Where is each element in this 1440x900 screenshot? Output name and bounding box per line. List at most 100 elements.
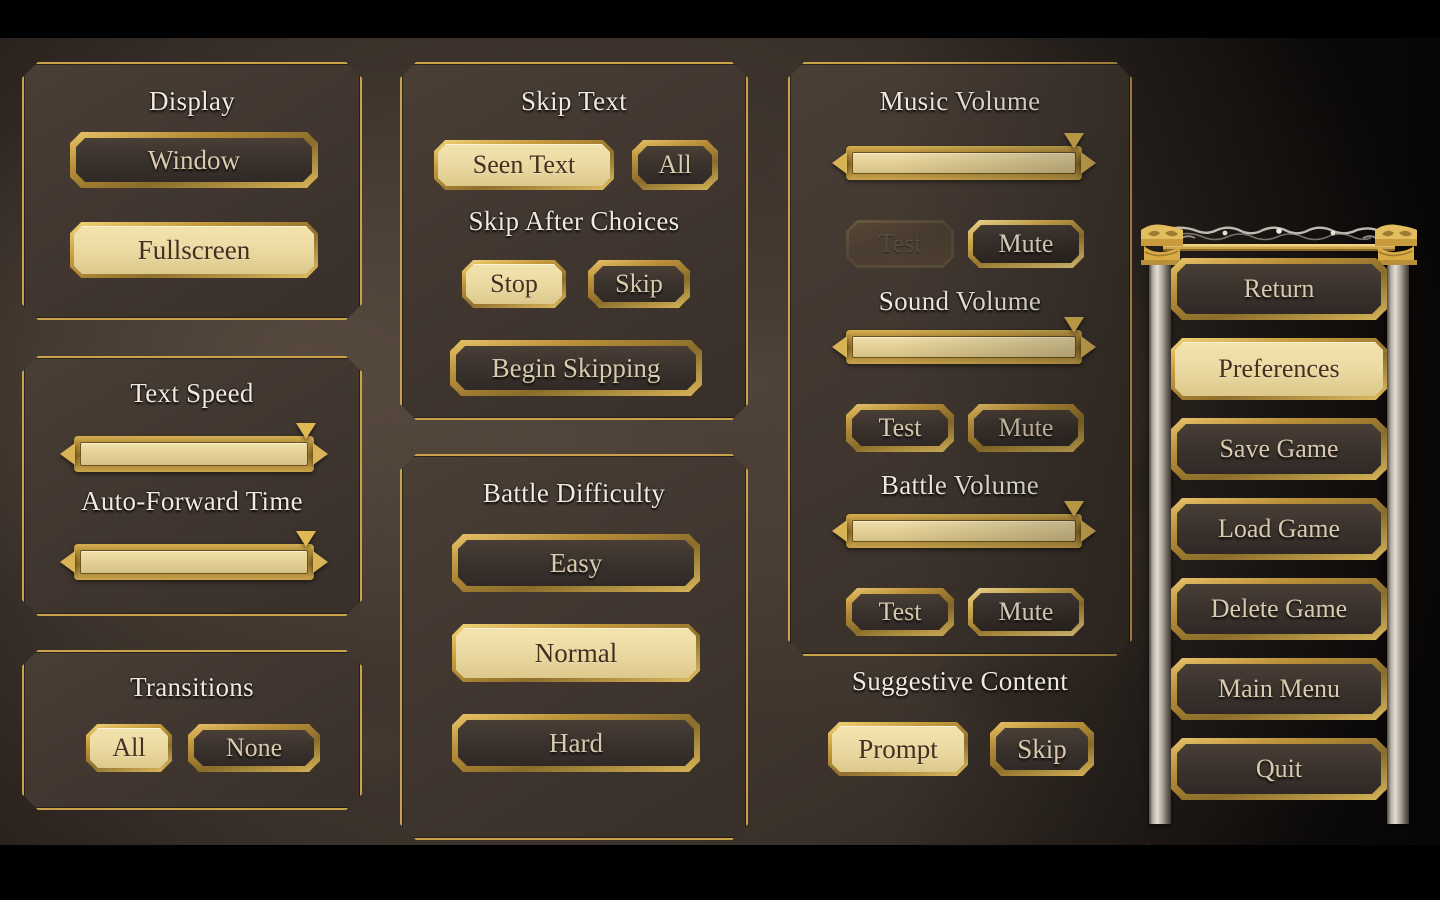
column-right bbox=[1387, 254, 1409, 824]
suggestive-content-heading: Suggestive Content bbox=[851, 666, 1069, 696]
auto-forward-time-heading: Auto-Forward Time bbox=[81, 486, 303, 516]
suggestive-content-option-prompt-label: Prompt bbox=[858, 733, 938, 764]
nav-item-save-game-label: Save Game bbox=[1219, 434, 1339, 463]
transitions-option-all[interactable]: All bbox=[86, 724, 172, 772]
slider-knob[interactable] bbox=[296, 531, 316, 547]
music-volume-heading: Music Volume bbox=[879, 86, 1041, 116]
skip-text-panel: Skip Text Seen Text All Skip After Choic… bbox=[400, 62, 748, 420]
nav-item-main-menu-label: Main Menu bbox=[1217, 674, 1341, 703]
battle-difficulty-heading: Battle Difficulty bbox=[482, 478, 666, 508]
music-mute-button[interactable]: Mute bbox=[968, 220, 1084, 268]
nav-item-quit-label: Quit bbox=[1255, 754, 1303, 783]
slider-fill bbox=[852, 520, 1076, 542]
slider-track bbox=[846, 514, 1082, 548]
begin-skipping-label: Begin Skipping bbox=[491, 352, 661, 383]
slider-decrease-arrow-icon[interactable] bbox=[832, 520, 847, 542]
letterbox-top bbox=[0, 0, 1440, 38]
transitions-heading: Transitions bbox=[130, 672, 254, 702]
sound-test-button[interactable]: Test bbox=[846, 404, 954, 452]
transitions-option-none[interactable]: None bbox=[188, 724, 320, 772]
slider-track bbox=[846, 330, 1082, 364]
music-mute-label: Mute bbox=[998, 229, 1054, 258]
skip-after-choices-option-stop[interactable]: Stop bbox=[462, 260, 566, 308]
skip-text-option-seen-text[interactable]: Seen Text bbox=[434, 140, 614, 190]
display-option-window-label: Window bbox=[148, 144, 240, 175]
battle-mute-button[interactable]: Mute bbox=[968, 588, 1084, 636]
transitions-option-none-label: None bbox=[225, 733, 283, 762]
skip-after-choices-option-skip-label: Skip bbox=[615, 269, 663, 298]
nav-item-main-menu[interactable]: Main Menu bbox=[1171, 658, 1387, 720]
preferences-screen: Display Window Fullscreen Text Speed Aut… bbox=[0, 38, 1440, 845]
navigation-list: Return Preferences Save Game Load Game D… bbox=[1171, 258, 1387, 818]
begin-skipping-button[interactable]: Begin Skipping bbox=[450, 340, 702, 396]
slider-increase-arrow-icon[interactable] bbox=[1081, 336, 1096, 358]
battle-difficulty-option-hard[interactable]: Hard bbox=[452, 714, 700, 772]
nav-item-preferences[interactable]: Preferences bbox=[1171, 338, 1387, 400]
nav-item-delete-game-label: Delete Game bbox=[1210, 594, 1348, 623]
skip-after-choices-option-skip[interactable]: Skip bbox=[588, 260, 690, 308]
audio-panel: Music Volume Test Mute Sound Volume Test… bbox=[788, 62, 1132, 656]
sound-test-label: Test bbox=[878, 413, 922, 442]
display-panel: Display Window Fullscreen bbox=[22, 62, 362, 320]
auto-forward-time-slider[interactable] bbox=[60, 544, 328, 580]
battle-volume-slider[interactable] bbox=[832, 514, 1096, 548]
slider-increase-arrow-icon[interactable] bbox=[313, 551, 328, 573]
music-volume-slider[interactable] bbox=[832, 146, 1096, 180]
battle-mute-label: Mute bbox=[998, 597, 1054, 626]
slider-track bbox=[74, 544, 314, 580]
sound-mute-button[interactable]: Mute bbox=[968, 404, 1084, 452]
battle-difficulty-option-normal-label: Normal bbox=[534, 637, 618, 668]
column-left bbox=[1149, 254, 1171, 824]
slider-increase-arrow-icon[interactable] bbox=[1081, 520, 1096, 542]
slider-decrease-arrow-icon[interactable] bbox=[832, 336, 847, 358]
display-option-window[interactable]: Window bbox=[70, 132, 318, 188]
slider-increase-arrow-icon[interactable] bbox=[1081, 152, 1096, 174]
sound-volume-heading: Sound Volume bbox=[878, 286, 1042, 316]
battle-difficulty-panel: Battle Difficulty Easy Normal Hard bbox=[400, 454, 748, 840]
battle-test-button[interactable]: Test bbox=[846, 588, 954, 636]
suggestive-content-option-prompt[interactable]: Prompt bbox=[828, 722, 968, 776]
nav-item-load-game-label: Load Game bbox=[1217, 514, 1340, 543]
display-heading: Display bbox=[148, 86, 236, 116]
nav-item-return-label: Return bbox=[1243, 274, 1315, 303]
slider-knob[interactable] bbox=[296, 423, 316, 439]
skip-text-option-all-label: All bbox=[658, 150, 692, 179]
nav-item-quit[interactable]: Quit bbox=[1171, 738, 1387, 800]
slider-increase-arrow-icon[interactable] bbox=[313, 443, 328, 465]
sound-mute-label: Mute bbox=[998, 413, 1054, 442]
skip-text-option-all[interactable]: All bbox=[632, 140, 718, 190]
sound-volume-slider[interactable] bbox=[832, 330, 1096, 364]
navigation-sidebar: Return Preferences Save Game Load Game D… bbox=[1141, 220, 1417, 845]
text-speed-slider[interactable] bbox=[60, 436, 328, 472]
battle-difficulty-option-normal[interactable]: Normal bbox=[452, 624, 700, 682]
slider-knob[interactable] bbox=[1064, 501, 1084, 517]
slider-decrease-arrow-icon[interactable] bbox=[60, 551, 75, 573]
battle-difficulty-option-hard-label: Hard bbox=[549, 727, 603, 758]
ornate-header-filigree-icon bbox=[1163, 226, 1395, 251]
suggestive-content-option-skip-label: Skip bbox=[1017, 733, 1067, 764]
nav-item-load-game[interactable]: Load Game bbox=[1171, 498, 1387, 560]
slider-decrease-arrow-icon[interactable] bbox=[832, 152, 847, 174]
skip-text-heading: Skip Text bbox=[520, 86, 628, 116]
skip-after-choices-option-stop-label: Stop bbox=[490, 269, 538, 298]
slider-fill bbox=[852, 152, 1076, 174]
slider-decrease-arrow-icon[interactable] bbox=[60, 443, 75, 465]
nav-item-return[interactable]: Return bbox=[1171, 258, 1387, 320]
music-test-button: Test bbox=[846, 220, 954, 268]
slider-knob[interactable] bbox=[1064, 133, 1084, 149]
slider-fill bbox=[852, 336, 1076, 358]
text-speed-panel: Text Speed Auto-Forward Time bbox=[22, 356, 362, 616]
battle-difficulty-option-easy[interactable]: Easy bbox=[452, 534, 700, 592]
slider-track bbox=[846, 146, 1082, 180]
display-option-fullscreen[interactable]: Fullscreen bbox=[70, 222, 318, 278]
game-screen: Display Window Fullscreen Text Speed Aut… bbox=[0, 0, 1440, 900]
nav-item-preferences-label: Preferences bbox=[1218, 354, 1340, 383]
slider-fill bbox=[80, 442, 308, 466]
transitions-option-all-label: All bbox=[112, 733, 146, 762]
suggestive-content-option-skip[interactable]: Skip bbox=[990, 722, 1094, 776]
nav-item-save-game[interactable]: Save Game bbox=[1171, 418, 1387, 480]
slider-knob[interactable] bbox=[1064, 317, 1084, 333]
music-test-label: Test bbox=[878, 229, 922, 258]
nav-item-delete-game[interactable]: Delete Game bbox=[1171, 578, 1387, 640]
slider-track bbox=[74, 436, 314, 472]
